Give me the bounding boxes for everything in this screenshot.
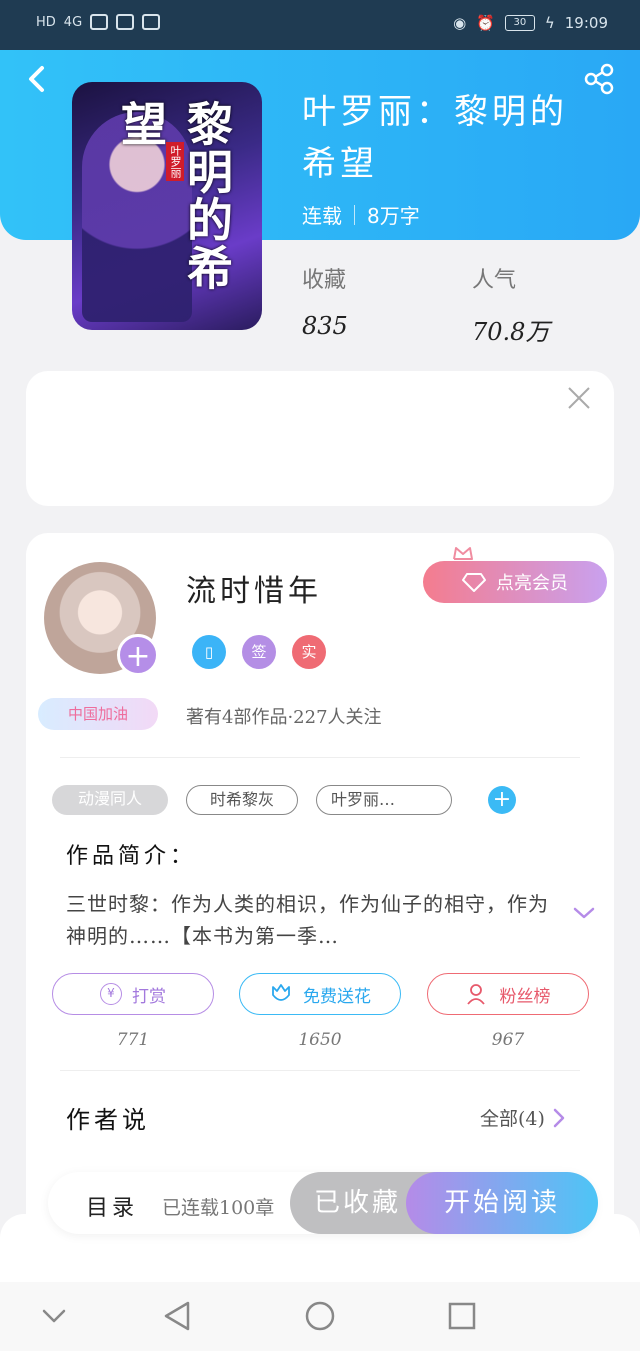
flower-count: 1650: [298, 1030, 342, 1050]
book-title: 叶罗丽：黎明的希望: [302, 92, 568, 184]
start-reading-button[interactable]: 开始阅读: [406, 1172, 598, 1234]
cover-author: 叶罗丽: [166, 142, 184, 181]
signal-icon: [90, 14, 109, 30]
book-cover[interactable]: 黎明的希望 叶罗丽: [72, 82, 262, 330]
close-icon[interactable]: [566, 385, 592, 411]
favorites-label: 收藏: [302, 268, 347, 293]
chevron-right-icon: [553, 1108, 565, 1127]
vip-button[interactable]: 点亮会员: [423, 561, 607, 603]
phone-badge-icon[interactable]: ▯: [192, 635, 226, 669]
book-meta: 连载 8万字: [302, 200, 420, 229]
fan-medal-tag: 中国加油: [38, 698, 158, 730]
reward-button-label: 打赏: [132, 986, 166, 1007]
status-right: ◉ ⏰ 30 ϟ 19:09: [453, 14, 608, 32]
toc-button[interactable]: 目录: [86, 1190, 138, 1222]
intro-title: 作品简介：: [66, 844, 197, 869]
tag-item[interactable]: 动漫同人: [52, 785, 168, 815]
book-word-count: 8万字: [367, 204, 420, 228]
ad-card: [26, 371, 614, 506]
diamond-icon: [462, 573, 486, 592]
send-flower-button[interactable]: 免费送花: [239, 973, 401, 1015]
reward-button[interactable]: ¥ 打赏: [52, 973, 214, 1015]
back-triangle-icon[interactable]: [160, 1298, 196, 1334]
hd-indicator: HD: [36, 14, 56, 30]
clock: 19:09: [564, 14, 608, 32]
tag-item[interactable]: 叶罗丽…: [316, 785, 452, 815]
all-link-label: 全部(4): [480, 1108, 545, 1130]
recents-square-icon[interactable]: [444, 1298, 480, 1334]
author-badges: ▯ 签 实: [192, 635, 326, 669]
status-bar: HD 4G ◉ ⏰ 30 ϟ 19:09: [0, 0, 640, 50]
author-stats: 著有4部作品·227人关注: [186, 707, 382, 728]
follow-plus-icon[interactable]: +: [117, 634, 159, 676]
intro-text[interactable]: 三世时黎：作为人类的相识，作为仙子的相守，作为神明的……【本书为第一季…: [66, 888, 556, 952]
signed-badge[interactable]: 签: [242, 635, 276, 669]
vip-button-label: 点亮会员: [496, 573, 568, 594]
yen-icon: ¥: [100, 983, 122, 1005]
author-name[interactable]: 流时惜年: [186, 566, 322, 610]
popularity-value: 70.8万: [472, 318, 550, 346]
reward-count: 771: [116, 1030, 150, 1050]
popularity-label: 人气: [472, 268, 517, 293]
crown-icon: [453, 547, 473, 560]
cloud-icon: [142, 14, 161, 30]
meta-separator: [354, 204, 355, 225]
author-says-all-link[interactable]: 全部(4): [480, 1104, 565, 1131]
cover-title: 黎明的希望: [114, 100, 234, 292]
chevron-down-icon[interactable]: [36, 1298, 72, 1334]
back-icon[interactable]: [22, 62, 52, 96]
flower-icon: [272, 984, 290, 1001]
network-indicator: 4G: [63, 14, 83, 30]
chevron-down-icon[interactable]: [572, 905, 596, 921]
alarm-icon: ⏰: [476, 14, 495, 32]
author-says-title: 作者说: [66, 1106, 150, 1134]
status-left: HD 4G: [36, 14, 161, 30]
divider: [60, 757, 580, 758]
wifi-icon: [116, 14, 135, 30]
home-circle-icon[interactable]: [302, 1298, 338, 1334]
send-flower-label: 免费送花: [303, 986, 371, 1007]
fans-count: 967: [491, 1030, 525, 1050]
add-tag-icon[interactable]: +: [488, 786, 516, 814]
user-icon: [466, 984, 485, 1005]
tag-item[interactable]: 时希黎灰: [186, 785, 298, 815]
battery-icon: 30: [504, 15, 535, 31]
fan-ranking-label: 粉丝榜: [499, 986, 551, 1007]
fan-ranking-button[interactable]: 粉丝榜: [427, 973, 589, 1015]
favorites-value: 835: [302, 312, 348, 340]
tag-list: 动漫同人 时希黎灰 叶罗丽… +: [52, 785, 516, 815]
book-status: 连载: [302, 204, 342, 228]
eye-icon: ◉: [453, 14, 467, 32]
divider: [60, 1070, 580, 1071]
verified-badge[interactable]: 实: [292, 635, 326, 669]
charging-icon: ϟ: [544, 14, 555, 32]
serial-status: 已连载100章: [162, 1197, 275, 1219]
